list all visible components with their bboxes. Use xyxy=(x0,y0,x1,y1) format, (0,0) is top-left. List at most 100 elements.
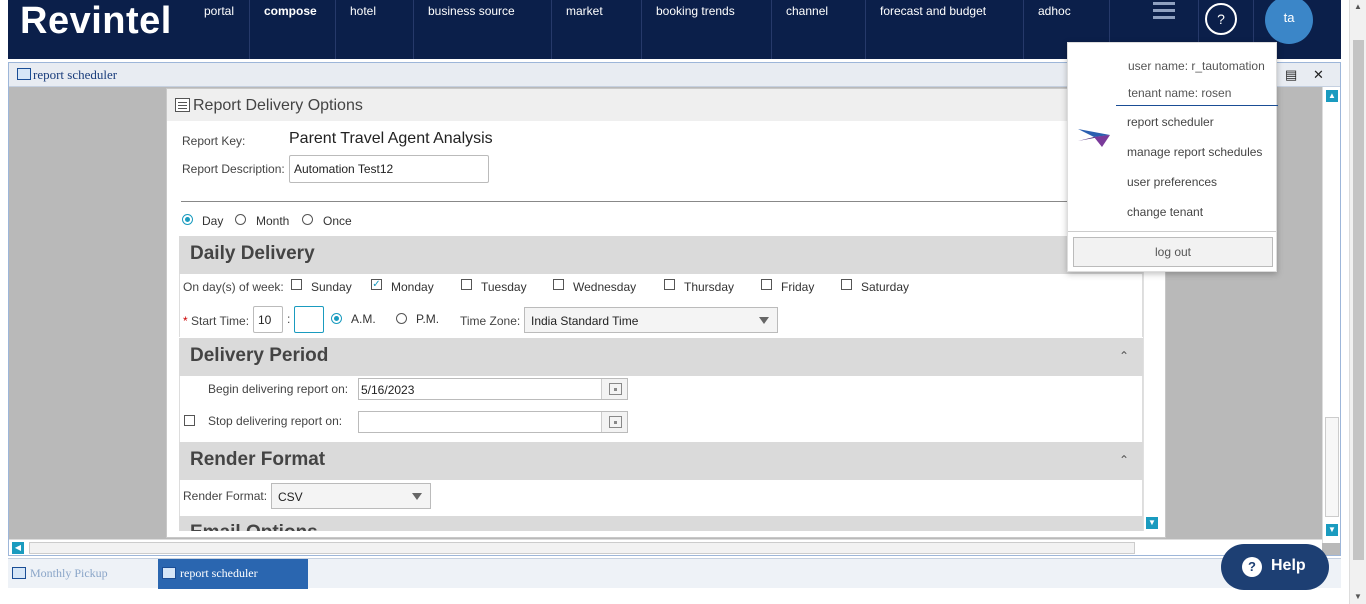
delivery-period-section-header[interactable]: Delivery Period ⌃ xyxy=(179,338,1143,376)
stop-date-input[interactable] xyxy=(358,411,628,433)
task-label: report scheduler xyxy=(180,566,258,580)
start-time-label-text: Start Time: xyxy=(191,314,250,328)
calendar-icon[interactable] xyxy=(601,412,627,432)
window-horizontal-scrollbar[interactable]: ◀ xyxy=(9,539,1322,555)
nav-market[interactable]: market xyxy=(552,0,642,59)
report-key-label: Report Key: xyxy=(182,134,246,148)
nav-business-source[interactable]: business source xyxy=(414,0,552,59)
daily-delivery-section-header[interactable]: Daily Delivery xyxy=(179,236,1143,274)
close-icon[interactable]: ✕ xyxy=(1313,67,1324,83)
tuesday-label: Tuesday xyxy=(481,280,527,294)
render-format-section-header[interactable]: Render Format ⌃ xyxy=(179,442,1143,480)
divider xyxy=(181,201,1141,202)
page-vertical-scrollbar[interactable]: ▲ ▼ xyxy=(1349,0,1366,604)
am-label: A.M. xyxy=(351,312,376,326)
time-colon: : xyxy=(287,312,291,326)
nav-compose[interactable]: compose xyxy=(250,0,336,59)
start-time-label: * Start Time: xyxy=(183,314,249,328)
pm-label: P.M. xyxy=(416,312,440,326)
window-icon xyxy=(17,68,31,80)
begin-delivering-label: Begin delivering report on: xyxy=(208,382,349,396)
scroll-thumb[interactable] xyxy=(1353,40,1364,560)
scroll-left-icon[interactable]: ◀ xyxy=(12,542,24,554)
saturday-checkbox[interactable] xyxy=(841,279,852,290)
scroll-down-icon[interactable]: ▼ xyxy=(1354,592,1362,601)
render-format-value: CSV xyxy=(278,490,303,504)
start-minute-input[interactable] xyxy=(294,306,324,333)
menu-item-manage-report-schedules[interactable]: manage report schedules xyxy=(1127,145,1262,159)
chevron-up-icon[interactable]: ⌃ xyxy=(1119,349,1129,363)
user-avatar[interactable]: ta xyxy=(1265,0,1313,44)
timezone-value: India Standard Time xyxy=(531,314,639,328)
tuesday-checkbox[interactable] xyxy=(461,279,472,290)
render-format-label: Render Format: xyxy=(183,489,268,503)
help-button[interactable]: ? Help xyxy=(1221,544,1329,590)
start-hour-input[interactable]: 10 xyxy=(253,306,283,333)
revintel-logo[interactable]: Revintel xyxy=(20,0,172,42)
scroll-up-icon[interactable]: ▲ xyxy=(1326,90,1338,102)
nav-hotel[interactable]: hotel xyxy=(336,0,414,59)
help-icon[interactable]: ? xyxy=(1205,3,1237,35)
email-options-section-header[interactable]: Email Options xyxy=(179,516,1143,531)
frequency-month-label: Month xyxy=(256,214,290,228)
window-icon xyxy=(162,567,176,579)
render-format-select[interactable]: CSV xyxy=(271,483,431,509)
friday-label: Friday xyxy=(781,280,815,294)
scroll-track[interactable] xyxy=(29,542,1135,554)
scroll-thumb[interactable] xyxy=(1325,417,1339,517)
friday-checkbox[interactable] xyxy=(761,279,772,290)
begin-date-input[interactable]: 5/16/2023 xyxy=(358,378,628,400)
chevron-up-icon[interactable]: ⌃ xyxy=(1119,453,1129,467)
maximize-icon[interactable]: ▤ xyxy=(1285,67,1297,83)
user-name-text: user name: r_tautomation xyxy=(1128,59,1265,73)
monday-checkbox[interactable]: ✓ xyxy=(371,279,382,290)
report-description-input[interactable]: Automation Test12 xyxy=(289,155,489,183)
brand-logo-icon xyxy=(1078,129,1110,147)
tenant-name-text: tenant name: rosen xyxy=(1128,86,1232,100)
frequency-month-radio[interactable] xyxy=(235,214,246,225)
task-report-scheduler[interactable]: report scheduler xyxy=(158,559,308,589)
nav-forecast-and-budget[interactable]: forecast and budget xyxy=(866,0,1024,59)
window-vertical-scrollbar[interactable]: ▲ ▼ xyxy=(1322,87,1340,543)
dialog-title: Report Delivery Options xyxy=(193,97,363,114)
frequency-once-radio[interactable] xyxy=(302,214,313,225)
timezone-select[interactable]: India Standard Time xyxy=(524,307,778,333)
stop-delivering-checkbox[interactable] xyxy=(184,415,195,426)
monday-label: Monday xyxy=(391,280,434,294)
scroll-up-icon[interactable]: ▲ xyxy=(1354,2,1362,11)
scroll-down-icon[interactable]: ▼ xyxy=(1326,524,1338,536)
sunday-checkbox[interactable] xyxy=(291,279,302,290)
menu-item-report-scheduler[interactable]: report scheduler xyxy=(1127,115,1214,129)
nav-portal[interactable]: portal xyxy=(190,0,250,59)
hamburger-menu-icon[interactable] xyxy=(1153,2,1175,23)
nav-booking-trends[interactable]: booking trends xyxy=(642,0,772,59)
calendar-icon[interactable] xyxy=(601,379,627,399)
window-taskbar: Monthly Pickup report scheduler xyxy=(8,558,1341,589)
scroll-down-icon[interactable]: ▼ xyxy=(1146,517,1158,529)
delivery-period-title: Delivery Period xyxy=(190,345,329,366)
daily-delivery-body: On day(s) of week: Sunday ✓ Monday Tuesd… xyxy=(179,274,1143,337)
wednesday-label: Wednesday xyxy=(573,280,637,294)
begin-date-value: 5/16/2023 xyxy=(361,383,415,397)
wednesday-checkbox[interactable] xyxy=(553,279,564,290)
frequency-once-label: Once xyxy=(323,214,352,228)
frequency-day-radio[interactable] xyxy=(182,214,193,225)
logout-button[interactable]: log out xyxy=(1073,237,1273,267)
nav-channel[interactable]: channel xyxy=(772,0,866,59)
task-monthly-pickup[interactable]: Monthly Pickup xyxy=(8,559,158,589)
window-icon xyxy=(12,567,26,579)
menu-item-change-tenant[interactable]: change tenant xyxy=(1127,205,1203,219)
chevron-down-icon xyxy=(759,317,769,324)
divider xyxy=(1068,231,1276,232)
window-title: report scheduler xyxy=(33,67,118,82)
thursday-label: Thursday xyxy=(684,280,735,294)
am-radio[interactable] xyxy=(331,313,342,324)
days-of-week-label: On day(s) of week: xyxy=(183,280,284,294)
task-label: Monthly Pickup xyxy=(30,566,108,580)
dialog-header: Report Delivery Options xyxy=(167,89,1165,121)
menu-item-user-preferences[interactable]: user preferences xyxy=(1127,175,1217,189)
help-label: Help xyxy=(1271,557,1306,574)
timezone-label: Time Zone: xyxy=(460,314,521,328)
pm-radio[interactable] xyxy=(396,313,407,324)
thursday-checkbox[interactable] xyxy=(664,279,675,290)
